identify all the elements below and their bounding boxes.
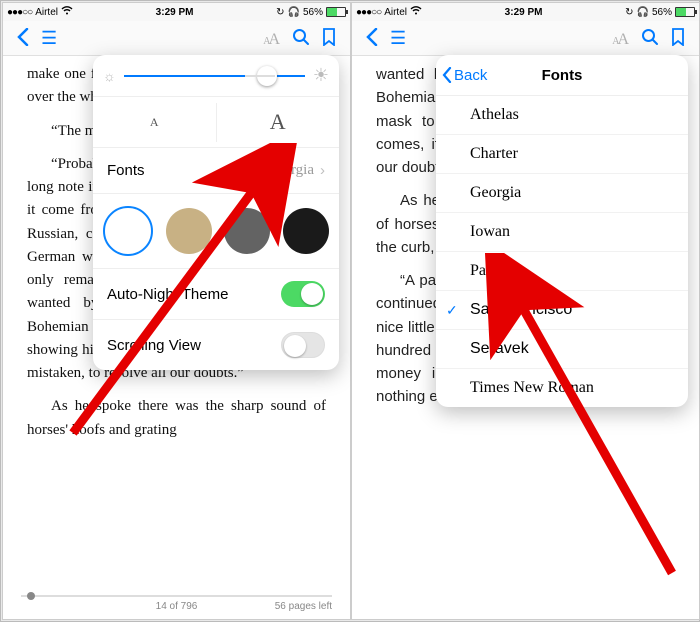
auto-night-label: Auto-Night Theme [107, 286, 281, 303]
fonts-row-value: Georgia [266, 162, 314, 179]
check-icon: ✓ [446, 302, 458, 319]
bookmark-button[interactable] [316, 28, 342, 49]
toc-button[interactable]: ☰ [35, 29, 63, 47]
font-option-label: Georgia [470, 184, 521, 202]
font-option-times-new-roman[interactable]: Times New Roman [436, 369, 688, 407]
theme-black[interactable] [283, 208, 329, 254]
font-size-decrease[interactable]: A [93, 103, 217, 142]
font-option-label: Athelas [470, 106, 519, 124]
font-option-palatino[interactable]: Palatino [436, 252, 688, 291]
fonts-back-button[interactable]: Back [436, 67, 487, 84]
brightness-thumb[interactable] [257, 66, 277, 86]
signal-dots-icon: ●●●○○ [356, 7, 381, 18]
scrolling-view-label: Scrolling View [107, 337, 281, 354]
font-option-seravek[interactable]: Seravek [436, 330, 688, 369]
reader-footer: 14 of 796 56 pages left [3, 593, 350, 619]
bookmark-button[interactable] [665, 28, 691, 49]
fonts-list: Athelas Charter Georgia Iowan Palatino ✓ San F… [436, 96, 688, 407]
paragraph: As he spoke there was the sharp sound of… [27, 395, 326, 442]
theme-gray[interactable] [224, 208, 270, 254]
status-bar: ●●●○○ Airtel 3:29 PM ↻ 🎧 56% [3, 3, 350, 21]
font-option-san-francisco[interactable]: ✓ San Francisco [436, 291, 688, 330]
screenshot-left: ●●●○○ Airtel 3:29 PM ↻ 🎧 56% ☰ AA [3, 3, 350, 619]
battery-icon [326, 7, 346, 17]
rotation-lock-icon: ↻ [625, 7, 633, 18]
fonts-row[interactable]: Fonts Georgia › [93, 148, 339, 194]
reader-toolbar: ☰ AA [352, 21, 699, 56]
appearance-button[interactable]: AA [257, 29, 286, 48]
signal-dots-icon: ●●●○○ [7, 7, 32, 18]
status-bar: ●●●○○ Airtel 3:29 PM ↻ 🎧 56% [352, 3, 699, 21]
font-option-label: San Francisco [470, 301, 572, 319]
battery-icon [675, 7, 695, 17]
clock: 3:29 PM [422, 7, 625, 18]
scrolling-view-row: Scrolling View [93, 320, 339, 370]
reader-toolbar: ☰ AA [3, 21, 350, 56]
scrolling-view-toggle[interactable] [281, 332, 325, 358]
font-option-georgia[interactable]: Georgia [436, 174, 688, 213]
battery-pct: 56% [303, 7, 323, 18]
wifi-icon [410, 6, 422, 18]
screenshot-right: ●●●○○ Airtel 3:29 PM ↻ 🎧 56% ☰ AA [352, 3, 699, 619]
pages-left: 56 pages left [228, 601, 332, 612]
toc-button[interactable]: ☰ [384, 29, 412, 47]
font-option-label: Palatino [470, 262, 522, 280]
brightness-low-icon: ☼ [103, 68, 116, 84]
font-option-label: Times New Roman [470, 379, 594, 397]
page-indicator: 14 of 796 [125, 601, 229, 612]
search-button[interactable] [635, 28, 665, 49]
theme-row [93, 194, 339, 269]
font-option-label: Seravek [470, 340, 529, 358]
theme-white[interactable] [103, 206, 153, 256]
brightness-slider[interactable] [124, 75, 305, 77]
battery-pct: 56% [652, 7, 672, 18]
fonts-popover-header: Back Fonts [436, 55, 688, 96]
font-option-charter[interactable]: Charter [436, 135, 688, 174]
auto-night-toggle[interactable] [281, 281, 325, 307]
fonts-popover: Back Fonts Athelas Charter Georgia Iowan Pal… [436, 55, 688, 407]
brightness-high-icon: ☀ [313, 65, 329, 86]
font-option-label: Iowan [470, 223, 510, 241]
fonts-back-label: Back [454, 67, 487, 84]
font-option-label: Charter [470, 145, 518, 163]
wifi-icon [61, 6, 73, 18]
font-size-increase[interactable]: A [217, 97, 340, 147]
progress-thumb[interactable] [27, 592, 35, 600]
back-button[interactable] [360, 28, 384, 49]
font-option-iowan[interactable]: Iowan [436, 213, 688, 252]
appearance-button[interactable]: AA [606, 29, 635, 48]
clock: 3:29 PM [73, 7, 276, 18]
appearance-popover: ☼ ☀ A A Fonts Georgia › Auto-Night Theme [93, 55, 339, 370]
rotation-lock-icon: ↻ [276, 7, 284, 18]
auto-night-row: Auto-Night Theme [93, 269, 339, 320]
carrier-label: Airtel [35, 7, 58, 18]
font-option-athelas[interactable]: Athelas [436, 96, 688, 135]
fonts-row-label: Fonts [107, 162, 266, 179]
headphones-icon: 🎧 [637, 7, 649, 18]
theme-sepia[interactable] [166, 208, 212, 254]
brightness-row: ☼ ☀ [93, 55, 339, 97]
chevron-right-icon: › [320, 162, 325, 179]
font-size-row: A A [93, 97, 339, 148]
back-button[interactable] [11, 28, 35, 49]
carrier-label: Airtel [384, 7, 407, 18]
search-button[interactable] [286, 28, 316, 49]
progress-track[interactable] [21, 595, 332, 597]
headphones-icon: 🎧 [288, 7, 300, 18]
